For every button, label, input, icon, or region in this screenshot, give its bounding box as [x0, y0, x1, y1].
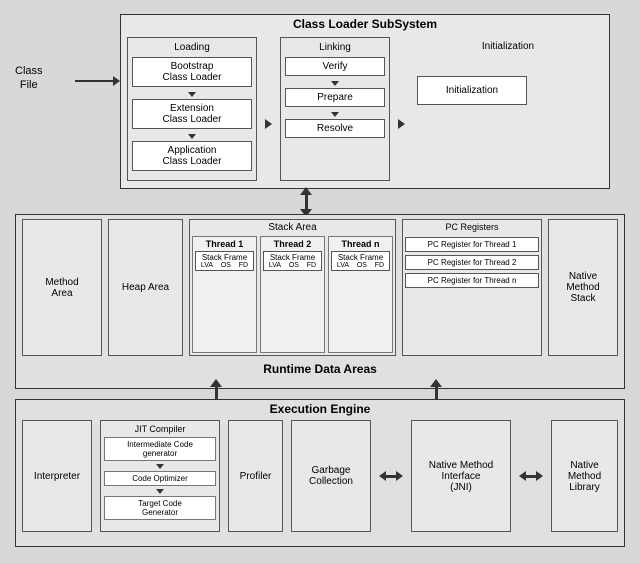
intermediate-code-generator: Intermediate Codegenerator: [104, 437, 216, 461]
profiler: Profiler: [228, 420, 283, 532]
class-file-label: ClassFile: [15, 64, 43, 93]
initialization-section: Initialization Initialization: [413, 37, 603, 181]
stack-area: Stack Area Thread 1 Stack Frame LVAOSFD …: [189, 219, 396, 356]
jit-compiler: JIT Compiler Intermediate Codegenerator …: [100, 420, 220, 532]
pc-reg-thread-n: PC Register for Thread n: [405, 273, 539, 288]
linking-init-arrow: [398, 67, 405, 181]
thread-n: Thread n Stack Frame LVAOSFD: [328, 236, 393, 353]
resolve-box: Resolve: [285, 119, 385, 138]
cl-runtime-arrow: [300, 187, 312, 217]
code-optimizer: Code Optimizer: [104, 471, 216, 486]
loading-section: Loading BootstrapClass Loader ExtensionC…: [127, 37, 257, 181]
interpreter: Interpreter: [22, 420, 92, 532]
linking-section: Linking Verify Prepare Resolve: [280, 37, 390, 181]
verify-box: Verify: [285, 57, 385, 76]
pc-reg-thread-1: PC Register for Thread 1: [405, 237, 539, 252]
loading-linking-arrow: [265, 67, 272, 181]
application-class-loader: ApplicationClass Loader: [132, 141, 252, 171]
gc-jni-arrow: [379, 420, 403, 532]
runtime-data-areas: MethodArea Heap Area Stack Area Thread 1…: [15, 214, 625, 389]
initialization-box: Initialization: [417, 76, 527, 105]
diagram: ClassFile Class Loader SubSystem Loading…: [10, 9, 630, 554]
method-area: MethodArea: [22, 219, 102, 356]
pc-reg-thread-2: PC Register for Thread 2: [405, 255, 539, 270]
bootstrap-class-loader: BootstrapClass Loader: [132, 57, 252, 87]
native-method-library: Native MethodLibrary: [551, 420, 618, 532]
execution-engine: Execution Engine Interpreter JIT Compile…: [15, 399, 625, 547]
target-code-generator: Target CodeGenerator: [104, 496, 216, 520]
prepare-box: Prepare: [285, 88, 385, 107]
extension-class-loader: ExtensionClass Loader: [132, 99, 252, 129]
class-loader-subsystem: Class Loader SubSystem Loading Bootstrap…: [120, 14, 610, 189]
heap-area: Heap Area: [108, 219, 183, 356]
native-method-stack: NativeMethodStack: [548, 219, 618, 356]
garbage-collection: GarbageCollection: [291, 420, 371, 532]
runtime-title: Runtime Data Areas: [16, 360, 624, 378]
thread-2: Thread 2 Stack Frame LVAOSFD: [260, 236, 325, 353]
class-file-arrow: [75, 75, 120, 87]
thread-1: Thread 1 Stack Frame LVAOSFD: [192, 236, 257, 353]
pc-registers: PC Registers PC Register for Thread 1 PC…: [402, 219, 542, 356]
class-loader-title: Class Loader SubSystem: [121, 15, 609, 33]
jni-nativelib-arrow: [519, 420, 543, 532]
jni: Native MethodInterface(JNI): [411, 420, 511, 532]
